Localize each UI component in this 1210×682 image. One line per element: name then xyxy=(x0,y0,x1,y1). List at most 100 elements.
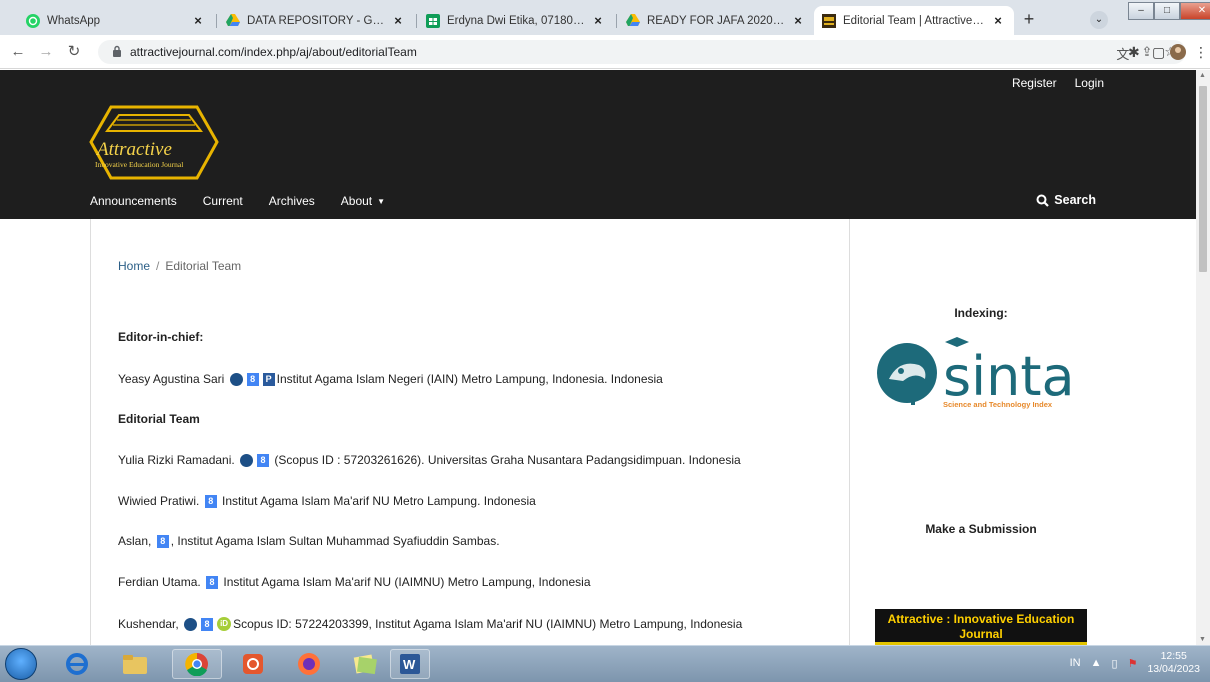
google-scholar-icon[interactable]: 8 xyxy=(201,617,214,631)
tab-erdyna[interactable]: Erdyna Dwi Etika, 07180190013 × xyxy=(418,6,614,35)
site-header: Register Login Attractive Innovative Edu… xyxy=(0,70,1196,219)
tab-title: Editorial Team | Attractive : Inn xyxy=(843,14,986,27)
journal-logo[interactable]: Attractive Innovative Education Journal xyxy=(89,105,219,180)
sinta-wordmark: sinta xyxy=(943,345,1075,408)
close-tab-icon[interactable]: × xyxy=(190,13,206,28)
tab-title: READY FOR JAFA 2020 - Goog xyxy=(647,14,786,27)
editor-entry: Aslan, 8 , Institut Agama Islam Sultan M… xyxy=(118,534,500,548)
tab-search-button[interactable]: ⌄ xyxy=(1090,11,1108,29)
page-scrollbar[interactable]: ▲ ▼ xyxy=(1196,70,1210,645)
close-tab-icon[interactable]: × xyxy=(390,13,406,28)
google-scholar-icon[interactable]: 8 xyxy=(246,372,259,386)
scrollbar-thumb[interactable] xyxy=(1199,86,1207,272)
main-nav: Announcements Current Archives About ▼ xyxy=(90,194,385,208)
editor-name: Ferdian Utama. xyxy=(118,575,201,589)
search-icon xyxy=(1036,194,1050,207)
word-icon: W xyxy=(400,654,420,674)
google-scholar-icon[interactable]: 8 xyxy=(204,494,217,508)
editor-name: Yulia Rizki Ramadani. xyxy=(118,453,235,467)
folder-icon xyxy=(123,655,147,674)
nav-about[interactable]: About ▼ xyxy=(341,194,385,208)
taskbar-notes[interactable] xyxy=(340,649,390,679)
media-player-icon xyxy=(243,654,263,674)
close-tab-icon[interactable]: × xyxy=(990,13,1006,28)
publons-icon[interactable]: P xyxy=(262,372,275,386)
nav-archives[interactable]: Archives xyxy=(269,194,315,208)
action-center-flag-icon[interactable]: ⚑ xyxy=(1128,657,1138,670)
editor-in-chief-entry: Yeasy Agustina Sari 8 P Institut Agama I… xyxy=(118,372,663,386)
taskbar-word[interactable]: W xyxy=(390,649,430,679)
minimize-button[interactable]: – xyxy=(1128,2,1154,20)
editor-affiliation: (Scopus ID : 57203261626). Universitas G… xyxy=(274,453,741,467)
close-window-button[interactable]: ✕ xyxy=(1180,2,1210,20)
scopus-icon[interactable] xyxy=(229,372,243,386)
taskbar-chrome[interactable] xyxy=(172,649,222,679)
browser-menu-icon[interactable]: ⋮ xyxy=(1194,44,1208,61)
battery-icon[interactable]: ▯ xyxy=(1112,657,1118,670)
google-scholar-icon[interactable]: 8 xyxy=(206,575,219,589)
search-label: Search xyxy=(1054,193,1096,207)
submission-title[interactable]: Make a Submission xyxy=(856,522,1106,536)
user-nav: Register Login xyxy=(1012,76,1104,90)
url-text: attractivejournal.com/index.php/aj/about… xyxy=(130,45,417,59)
close-tab-icon[interactable]: × xyxy=(790,13,806,28)
tab-data-repository[interactable]: DATA REPOSITORY - Google D × xyxy=(218,6,414,35)
taskbar-explorer[interactable] xyxy=(110,649,160,679)
tab-divider xyxy=(616,14,617,28)
close-tab-icon[interactable]: × xyxy=(590,13,606,28)
internet-explorer-icon xyxy=(66,653,88,675)
back-button[interactable]: ← xyxy=(8,42,28,62)
editor-affiliation: , Institut Agama Islam Sultan Muhammad S… xyxy=(170,534,500,548)
forward-button[interactable]: → xyxy=(36,42,56,62)
share-icon[interactable]: ⇪ xyxy=(1141,44,1152,63)
register-link[interactable]: Register xyxy=(1012,76,1057,90)
maximize-button[interactable]: □ xyxy=(1154,2,1180,20)
journal-banner[interactable]: Attractive : Innovative Education Journa… xyxy=(875,609,1087,645)
new-tab-button[interactable]: + xyxy=(1018,9,1040,31)
scroll-up-arrow-icon[interactable]: ▲ xyxy=(1199,72,1206,79)
tab-ready-for-jafa[interactable]: READY FOR JAFA 2020 - Goog × xyxy=(618,6,814,35)
breadcrumb-home-link[interactable]: Home xyxy=(118,259,150,273)
google-scholar-icon[interactable]: 8 xyxy=(156,534,169,548)
search-link[interactable]: Search xyxy=(1036,193,1096,207)
logo-subtitle: Innovative Education Journal xyxy=(95,160,183,169)
login-link[interactable]: Login xyxy=(1075,76,1104,90)
side-panel-icon[interactable]: ▢ xyxy=(1152,44,1165,61)
scopus-icon[interactable] xyxy=(184,617,198,631)
breadcrumb-separator: / xyxy=(156,259,160,273)
google-scholar-icon[interactable]: 8 xyxy=(257,453,270,467)
sinta-logo[interactable]: sinta Science and Technology Index xyxy=(875,333,1087,409)
language-indicator[interactable]: IN xyxy=(1070,657,1081,669)
start-button[interactable] xyxy=(5,648,37,680)
scroll-down-arrow-icon[interactable]: ▼ xyxy=(1199,636,1206,643)
editor-affiliation: Institut Agama Islam Ma'arif NU (IAIMNU)… xyxy=(223,575,591,589)
taskbar-firefox[interactable] xyxy=(284,649,334,679)
firefox-icon xyxy=(298,653,320,675)
editor-name: Yeasy Agustina Sari xyxy=(118,372,225,386)
tab-whatsapp[interactable]: WhatsApp × xyxy=(18,6,214,35)
scopus-icon[interactable] xyxy=(240,453,254,467)
orcid-icon[interactable]: iD xyxy=(217,617,232,631)
reload-button[interactable]: ↻ xyxy=(64,42,84,62)
clock-time: 12:55 xyxy=(1160,650,1187,662)
extensions-puzzle-icon[interactable]: ✱ xyxy=(1128,44,1140,61)
google-drive-icon xyxy=(226,14,240,28)
system-tray: IN ▲ ▯ ⚑ 12:55 13/04/2023 xyxy=(1070,650,1200,676)
editorial-team-heading: Editorial Team xyxy=(118,412,200,426)
nav-announcements[interactable]: Announcements xyxy=(90,194,177,208)
editor-entry: Wiwied Pratiwi. 8 Institut Agama Islam M… xyxy=(118,494,536,508)
lock-icon xyxy=(113,45,121,57)
tab-editorial-team[interactable]: Editorial Team | Attractive : Inn × xyxy=(814,6,1014,35)
profile-avatar-icon[interactable] xyxy=(1170,44,1186,63)
show-hidden-icons-icon[interactable]: ▲ xyxy=(1091,657,1102,669)
tab-title: DATA REPOSITORY - Google D xyxy=(247,14,386,27)
editor-affiliation: Institut Agama Islam Negeri (IAIN) Metro… xyxy=(276,372,663,386)
taskbar-media[interactable] xyxy=(228,649,278,679)
clock[interactable]: 12:55 13/04/2023 xyxy=(1147,650,1200,676)
taskbar-ie[interactable] xyxy=(52,649,102,679)
nav-current[interactable]: Current xyxy=(203,194,243,208)
editor-name: Kushendar, xyxy=(118,617,179,631)
main-content: Home / Editorial Team Editor-in-chief: Yea… xyxy=(90,219,850,645)
editor-affiliation: Scopus ID: 57224203399, Institut Agama I… xyxy=(233,617,743,631)
address-bar[interactable]: attractivejournal.com/index.php/aj/about… xyxy=(98,40,1186,64)
